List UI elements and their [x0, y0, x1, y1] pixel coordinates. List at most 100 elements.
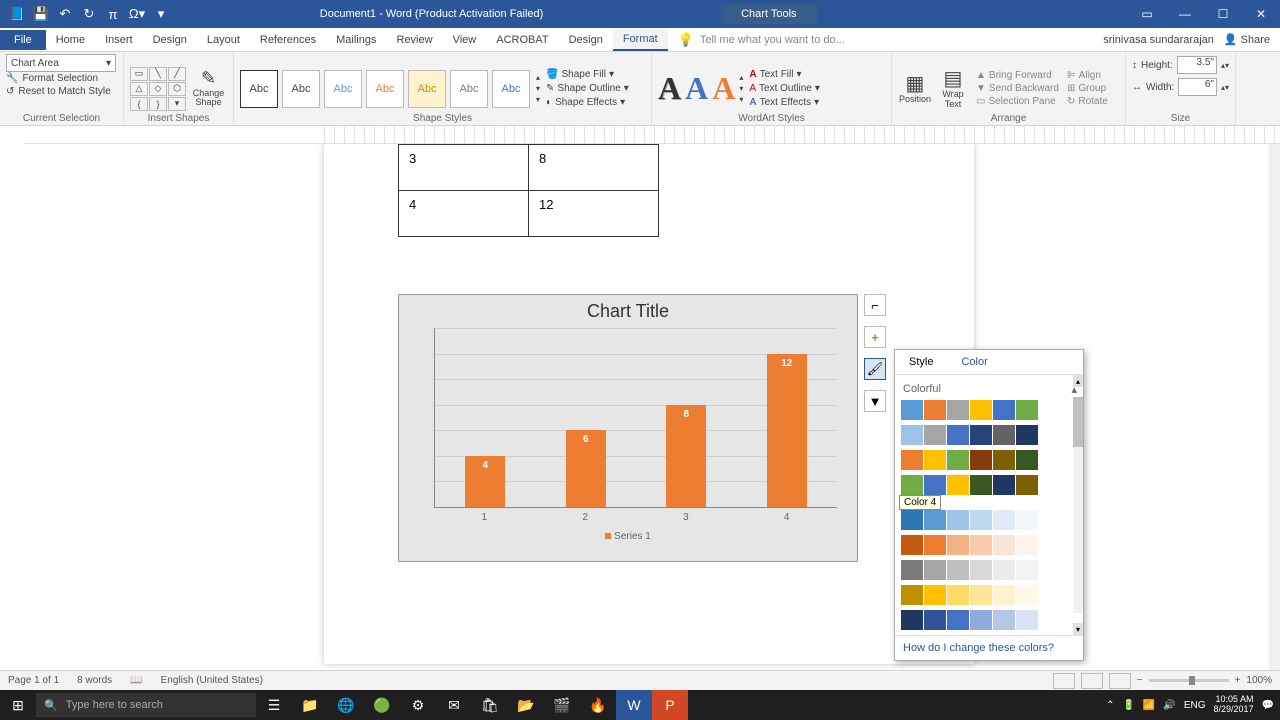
qat-equation-button[interactable]: π — [102, 3, 124, 25]
proofing-icon[interactable]: 📖 — [130, 675, 142, 686]
zoom-in-button[interactable]: + — [1235, 675, 1241, 686]
chart-legend[interactable]: Series 1 — [399, 531, 857, 542]
chart-bar[interactable]: 8 — [666, 405, 706, 507]
minimize-button[interactable]: — — [1166, 0, 1204, 28]
chart-bar[interactable]: 4 — [465, 456, 505, 507]
taskbar-chrome[interactable]: 🟢 — [364, 690, 400, 720]
text-outline-button[interactable]: A Text Outline ▾ — [747, 82, 822, 95]
shape-style-7[interactable]: Abc — [492, 70, 530, 108]
color-scheme-option[interactable] — [901, 610, 1077, 630]
language-status[interactable]: English (United States) — [161, 675, 263, 686]
chart-object[interactable]: Chart Title 46812 1234 Series 1 — [398, 294, 858, 562]
color-scheme-option[interactable] — [901, 585, 1077, 605]
tray-language[interactable]: ENG — [1184, 700, 1206, 711]
wrap-text-button[interactable]: ▤Wrap Text — [936, 68, 970, 110]
tray-battery-icon[interactable]: 🔋 — [1122, 700, 1134, 711]
tell-me-input[interactable]: 💡 Tell me what you want to do... — [668, 32, 1104, 48]
word-count[interactable]: 8 words — [77, 675, 112, 686]
tab-file[interactable]: File — [0, 30, 46, 50]
taskbar-explorer[interactable]: 📂 — [508, 690, 544, 720]
chart-elements-button[interactable]: + — [864, 326, 886, 348]
shape-style-3[interactable]: Abc — [324, 70, 362, 108]
tab-home[interactable]: Home — [46, 30, 95, 50]
user-name[interactable]: srinivasa sundararajan — [1103, 34, 1214, 46]
shape-effects-button[interactable]: ◐ Shape Effects ▾ — [544, 96, 631, 109]
color-scheme-option[interactable] — [901, 510, 1077, 530]
zoom-level[interactable]: 100% — [1246, 675, 1272, 686]
tab-review[interactable]: Review — [387, 30, 443, 50]
reset-style-button[interactable]: ↺ Reset to Match Style — [6, 85, 117, 98]
wordart-style-2[interactable]: A — [685, 70, 708, 107]
shape-style-5[interactable]: Abc — [408, 70, 446, 108]
close-button[interactable]: ✕ — [1242, 0, 1280, 28]
taskbar-powerpoint[interactable]: P — [652, 690, 688, 720]
format-selection-button[interactable]: 🔧 Format Selection — [6, 72, 117, 85]
change-shape-button[interactable]: ✎Change Shape — [190, 69, 227, 109]
wordart-style-3[interactable]: A — [712, 70, 735, 107]
undo-button[interactable]: ↶ — [54, 3, 76, 25]
tab-insert[interactable]: Insert — [95, 30, 143, 50]
bring-forward-button[interactable]: ▲ Bring Forward — [974, 69, 1061, 82]
chart-filters-button[interactable]: ▼ — [864, 390, 886, 412]
tab-layout[interactable]: Layout — [197, 30, 250, 50]
width-input[interactable]: 6" — [1178, 78, 1217, 96]
color-scheme-option[interactable] — [901, 535, 1077, 555]
tray-volume-icon[interactable]: 🔊 — [1163, 700, 1175, 711]
layout-options-button[interactable]: ⌐ — [864, 294, 886, 316]
group-button[interactable]: ⊞ Group — [1065, 82, 1110, 95]
web-layout-button[interactable] — [1109, 673, 1131, 689]
shape-style-1[interactable]: Abc — [240, 70, 278, 108]
popup-scroll-up[interactable]: ▴ — [1073, 375, 1083, 387]
color-scheme-option[interactable] — [901, 560, 1077, 580]
align-button[interactable]: ⊫ Align — [1065, 69, 1110, 82]
chart-bar[interactable]: 12 — [767, 354, 807, 507]
wordart-more[interactable]: ▴▾▾ — [739, 73, 743, 104]
x-axis[interactable]: 1234 — [434, 512, 837, 523]
shape-style-2[interactable]: Abc — [282, 70, 320, 108]
chart-title[interactable]: Chart Title — [399, 295, 857, 328]
popup-tab-color[interactable]: Color — [947, 350, 1001, 374]
color-scheme-option[interactable] — [901, 425, 1077, 445]
taskbar-video[interactable]: 🎬 — [544, 690, 580, 720]
rotate-button[interactable]: ↻ Rotate — [1065, 95, 1110, 108]
qat-customize-button[interactable]: ▾ — [150, 3, 172, 25]
read-mode-button[interactable] — [1053, 673, 1075, 689]
taskbar-mail[interactable]: ✉ — [436, 690, 472, 720]
taskbar-app[interactable]: 🔥 — [580, 690, 616, 720]
color-scheme-option[interactable] — [901, 475, 1077, 495]
redo-button[interactable]: ↻ — [78, 3, 100, 25]
task-view-button[interactable]: ☰ — [256, 690, 292, 720]
tab-view[interactable]: View — [443, 30, 487, 50]
chart-styles-button[interactable]: 🖌 — [864, 358, 886, 380]
shape-fill-button[interactable]: 🪣 Shape Fill ▾ — [544, 68, 631, 81]
tab-acrobat[interactable]: ACROBAT — [486, 30, 558, 50]
ribbon-display-options-button[interactable]: ▭ — [1128, 0, 1166, 28]
change-colors-help-link[interactable]: How do I change these colors? — [895, 635, 1083, 660]
tab-references[interactable]: References — [250, 30, 326, 50]
wordart-style-1[interactable]: A — [658, 70, 681, 107]
height-input[interactable]: 3.5" — [1177, 56, 1217, 74]
taskbar-edge[interactable]: 🌐 — [328, 690, 364, 720]
text-fill-button[interactable]: A Text Fill ▾ — [747, 68, 822, 81]
maximize-button[interactable]: ☐ — [1204, 0, 1242, 28]
shape-outline-button[interactable]: ✎ Shape Outline ▾ — [544, 82, 631, 95]
tab-mailings[interactable]: Mailings — [326, 30, 386, 50]
chart-element-selector[interactable]: Chart Area▾ — [6, 54, 116, 72]
position-button[interactable]: ▦Position — [898, 73, 932, 105]
shape-style-4[interactable]: Abc — [366, 70, 404, 108]
save-button[interactable]: 💾 — [30, 3, 52, 25]
zoom-out-button[interactable]: − — [1137, 675, 1143, 686]
taskbar-word[interactable]: W — [616, 690, 652, 720]
shape-style-6[interactable]: Abc — [450, 70, 488, 108]
tray-clock[interactable]: 10:05 AM8/29/2017 — [1214, 695, 1254, 715]
send-backward-button[interactable]: ▼ Send Backward — [974, 82, 1061, 95]
shapes-gallery[interactable]: ▭╲╱ △◇⬡ {}▾ — [130, 67, 186, 111]
plot-area[interactable]: 46812 — [434, 328, 837, 508]
selection-pane-button[interactable]: ▭ Selection Pane — [974, 95, 1061, 108]
shape-styles-more[interactable]: ▴▾▾ — [536, 73, 540, 104]
tab-design[interactable]: Design — [143, 30, 197, 50]
tab-format[interactable]: Format — [613, 29, 668, 51]
horizontal-ruler[interactable] — [24, 126, 1280, 144]
start-button[interactable]: ⊞ — [0, 690, 36, 720]
popup-scroll-down[interactable]: ▾ — [1073, 623, 1083, 635]
